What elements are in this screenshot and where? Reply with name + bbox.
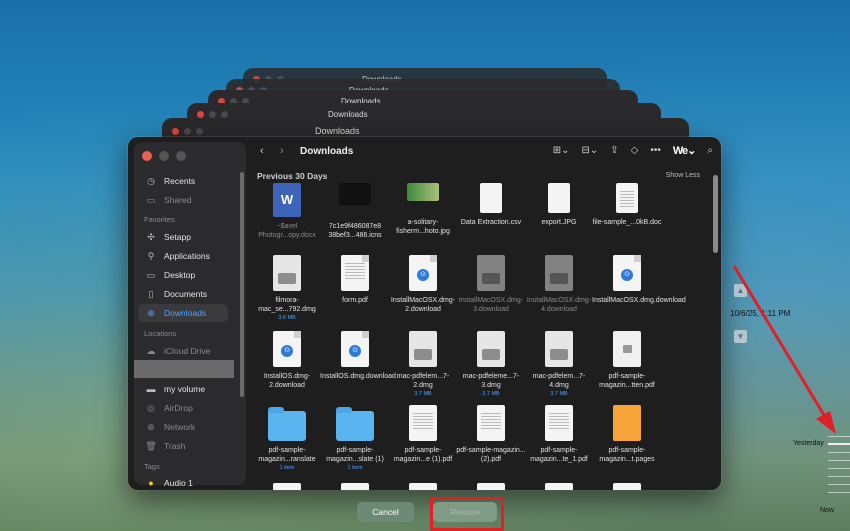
annotation-arrow [732, 265, 836, 434]
